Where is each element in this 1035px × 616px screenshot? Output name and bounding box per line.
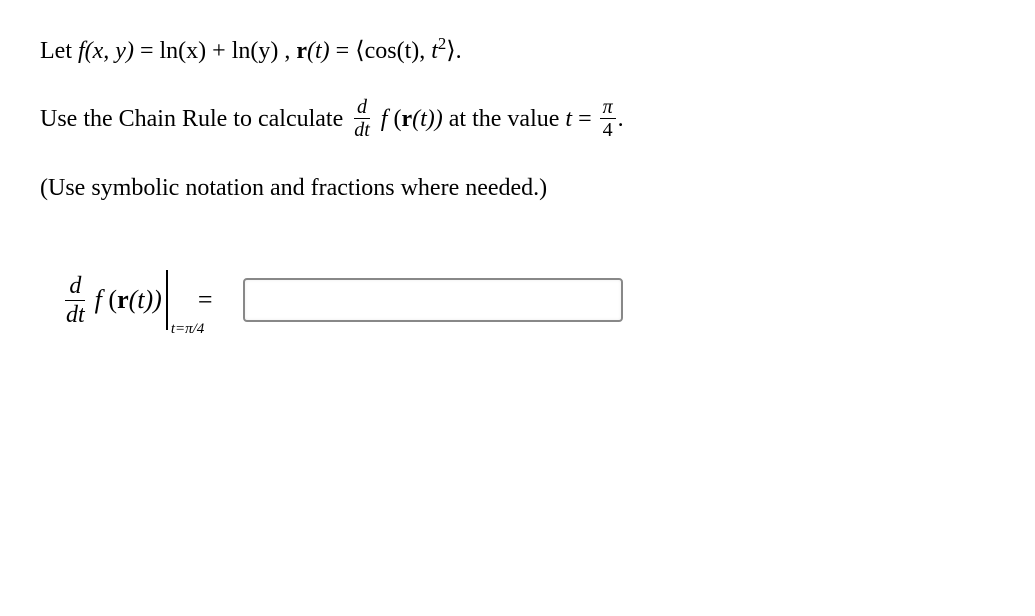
answer-deriv-den: dt: [62, 301, 89, 327]
equals-3: =: [578, 106, 598, 132]
equals-sign: =: [198, 285, 213, 315]
answer-r-bold: r: [117, 285, 129, 314]
line2-mid: at the value: [449, 106, 566, 132]
f-of-r-r: r: [401, 106, 412, 132]
line2-prefix: Use the Chain Rule to calculate: [40, 106, 349, 132]
answer-deriv-num: d: [65, 274, 85, 301]
let-text: Let: [40, 38, 78, 64]
f-lhs: f(x, y): [78, 38, 134, 64]
deriv-num: d: [354, 97, 370, 119]
eval-sub: t=π/4: [171, 321, 204, 338]
answer-r-rest: (t)): [129, 285, 162, 314]
f-of-r-open: (: [387, 106, 401, 132]
line-3: (Use symbolic notation and fractions whe…: [40, 167, 995, 210]
equals-2: =: [336, 38, 356, 64]
problem-statement: Let f(x, y) = ln(x) + ln(y) , r(t) = ⟨co…: [40, 30, 995, 210]
line-1: Let f(x, y) = ln(x) + ln(y) , r(t) = ⟨co…: [40, 30, 995, 73]
answer-input[interactable]: [243, 278, 623, 322]
answer-r-open: (: [102, 285, 117, 314]
f-of-r-t: (t)): [412, 106, 443, 132]
t-var: t: [565, 106, 572, 132]
answer-deriv-fraction: d dt: [62, 274, 89, 327]
answer-label: d dt f (r(t)) t=π/4: [60, 270, 168, 330]
rangle: ⟩: [446, 38, 455, 64]
r-comp2-base: t: [431, 38, 438, 64]
equals-1: =: [140, 38, 160, 64]
deriv-fraction: d dt: [351, 97, 373, 140]
line-2: Use the Chain Rule to calculate d dt f (…: [40, 98, 995, 142]
answer-row: d dt f (r(t)) t=π/4 =: [40, 270, 995, 330]
langle: ⟨: [355, 38, 364, 64]
period-1: .: [456, 38, 462, 64]
deriv-den: dt: [351, 119, 373, 140]
pi-den: 4: [600, 119, 616, 140]
eval-bar: t=π/4: [166, 270, 168, 330]
f-rhs: ln(x) + ln(y): [160, 38, 279, 64]
period-2: .: [618, 106, 624, 132]
r-comp1: cos(t): [365, 38, 420, 64]
pi-num: π: [600, 97, 616, 119]
comma-1: ,: [284, 38, 296, 64]
r-vector: r: [296, 38, 307, 64]
r-comma: ,: [419, 38, 431, 64]
pi-fraction: π 4: [600, 97, 616, 140]
r-arg: (t): [307, 38, 330, 64]
answer-f: f: [95, 285, 102, 314]
